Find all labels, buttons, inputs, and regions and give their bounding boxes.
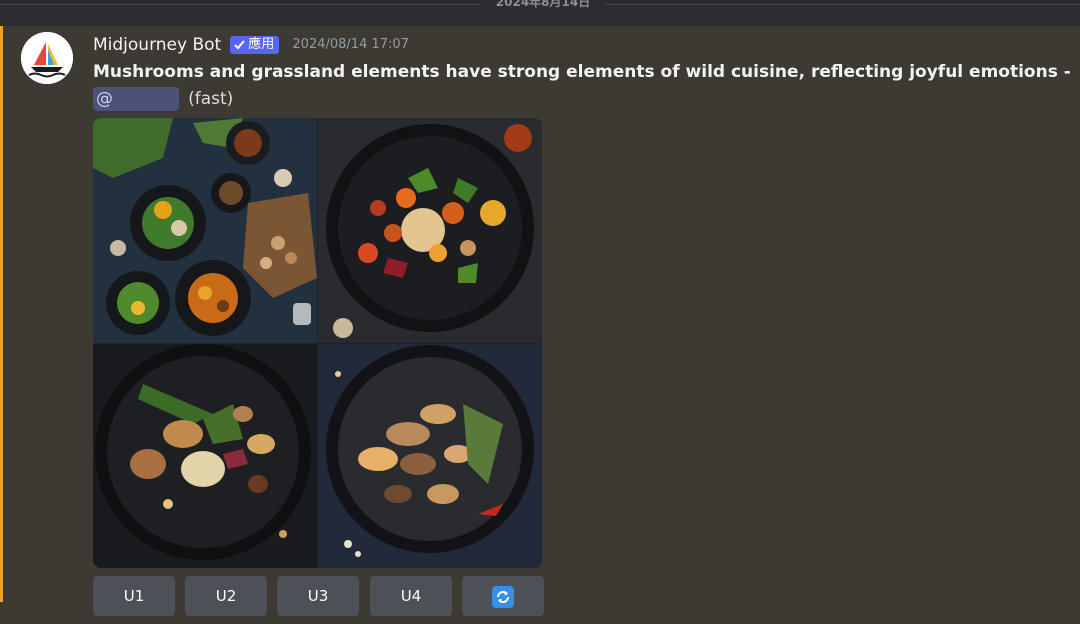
mention-line: @ (fast) (93, 87, 233, 113)
divider-line-left (0, 4, 480, 5)
username[interactable]: Midjourney Bot (93, 35, 221, 55)
refresh-icon (491, 584, 515, 608)
message-header: Midjourney Bot 應用 2024/08/14 17:07 (93, 34, 409, 56)
message-timestamp: 2024/08/14 17:07 (292, 37, 409, 52)
chat-message: Midjourney Bot 應用 2024/08/14 17:07 Mushr… (0, 26, 1080, 616)
generation-speed: (fast) (188, 89, 234, 109)
date-divider: 2024年8月14日 (0, 0, 1080, 11)
verified-check-icon (233, 38, 246, 51)
reroll-button[interactable] (462, 576, 544, 616)
image-tile-4 (318, 344, 542, 568)
upscale-2-button[interactable]: U2 (185, 576, 267, 616)
generated-image-grid[interactable] (93, 118, 542, 568)
image-tile-3 (93, 344, 317, 568)
upscale-1-button[interactable]: U1 (93, 576, 175, 616)
bot-avatar[interactable] (21, 32, 73, 84)
prompt-text: Mushrooms and grassland elements have st… (93, 62, 1071, 82)
image-tile-1 (93, 118, 317, 343)
image-tile-2 (318, 118, 542, 343)
upscale-4-button[interactable]: U4 (370, 576, 452, 616)
divider-line-right (606, 4, 1080, 5)
date-divider-text: 2024年8月14日 (495, 0, 591, 9)
upscale-3-button[interactable]: U3 (277, 576, 359, 616)
user-mention[interactable]: @ (93, 87, 179, 111)
sailboat-logo-icon (21, 32, 73, 84)
app-badge-label: 應用 (248, 36, 275, 52)
app-badge: 應用 (230, 35, 280, 54)
